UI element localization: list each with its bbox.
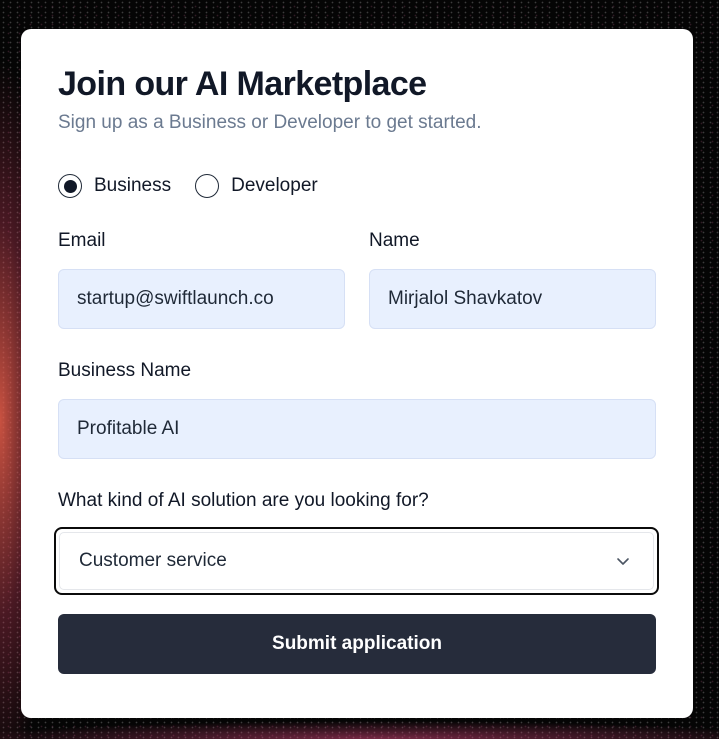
- role-radio-group: Business Developer: [58, 173, 656, 199]
- contact-row: Email startup@swiftlaunch.co Name Mirjal…: [58, 229, 656, 329]
- radio-selected-dot: [63, 179, 77, 193]
- solution-select-value: Customer service: [79, 550, 227, 571]
- developer-radio[interactable]: [195, 174, 220, 198]
- business-name-label: Business Name: [58, 360, 192, 381]
- business-radio[interactable]: [58, 174, 82, 198]
- name-label: Name: [369, 230, 420, 251]
- chevron-down-icon: [617, 558, 629, 565]
- submit-application-button[interactable]: Submit application: [58, 614, 656, 674]
- email-label: Email: [58, 230, 106, 251]
- business-name-field[interactable]: Profitable AI: [58, 399, 656, 459]
- business-name-field-group: Business Name Profitable AI: [58, 359, 656, 459]
- email-field[interactable]: startup@swiftlaunch.co: [58, 269, 345, 329]
- role-option-developer[interactable]: Developer: [195, 174, 318, 198]
- page-subtitle: Sign up as a Business or Developer to ge…: [58, 112, 482, 133]
- page-title: Join our AI Marketplace: [58, 65, 427, 103]
- name-field[interactable]: Mirjalol Shavkatov: [369, 269, 656, 329]
- solution-select-focus-ring: Customer service: [54, 527, 659, 595]
- solution-select[interactable]: Customer service: [59, 532, 654, 590]
- signup-card: Join our AI Marketplace Sign up as a Bus…: [21, 29, 693, 718]
- solution-field-group: What kind of AI solution are you looking…: [54, 489, 659, 595]
- developer-radio-label[interactable]: Developer: [231, 175, 318, 197]
- email-field-group: Email startup@swiftlaunch.co: [58, 229, 345, 329]
- role-option-business[interactable]: Business: [58, 174, 171, 198]
- solution-label: What kind of AI solution are you looking…: [58, 490, 429, 511]
- name-field-group: Name Mirjalol Shavkatov: [369, 229, 656, 329]
- business-radio-label[interactable]: Business: [94, 175, 171, 197]
